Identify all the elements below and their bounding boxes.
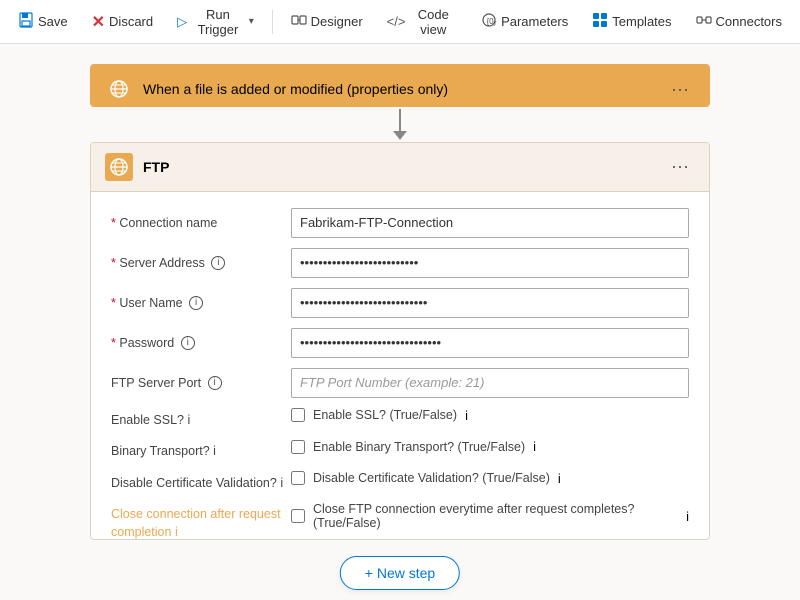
trigger-ellipsis-button[interactable]: ··· [665,77,695,102]
trigger-header: When a file is added or modified (proper… [91,65,709,107]
trigger-title: When a file is added or modified (proper… [143,81,655,97]
templates-label: Templates [612,14,671,29]
user-name-info-icon[interactable]: i [189,296,203,310]
arrow-head [393,131,407,140]
binary-transport-label: Binary Transport? i [111,439,291,461]
ftp-header: FTP ··· [91,143,709,192]
discard-label: Discard [109,14,153,29]
new-step-button[interactable]: + New step [340,556,460,590]
run-chevron-icon: ▾ [249,16,254,27]
ftp-form: * Connection name * Server Address i * U… [91,192,709,540]
ftp-icon [105,153,133,181]
ftp-port-input[interactable] [291,368,689,398]
disable-cert-checkbox[interactable] [291,471,305,485]
close-conn-checkbox-info-icon[interactable]: i [686,509,689,524]
password-input[interactable] [291,328,689,358]
svg-text:{0}: {0} [487,17,497,26]
enable-ssl-checkbox[interactable] [291,408,305,422]
binary-transport-info-icon[interactable]: i [213,444,216,458]
templates-icon [592,12,608,32]
parameters-label: Parameters [501,14,568,29]
connector-arrow [393,109,407,140]
server-address-label: * Server Address i [111,248,291,273]
close-conn-checkbox-label[interactable]: Close FTP connection everytime after req… [313,502,678,530]
discard-icon: ✕ [92,12,105,32]
password-row: * Password i [111,328,689,358]
code-icon: </> [387,14,406,29]
toolbar: Save ✕ Discard ▷ Run Trigger ▾ Designer … [0,0,800,44]
ftp-port-label: FTP Server Port i [111,368,291,393]
disable-cert-label: Disable Certificate Validation? i [111,471,291,493]
parameters-button[interactable]: {0} Parameters [471,7,578,37]
user-name-row: * User Name i [111,288,689,318]
server-address-input[interactable] [291,248,689,278]
separator-1 [272,10,273,34]
code-view-label: Code view [409,7,457,37]
enable-ssl-label: Enable SSL? i [111,408,291,430]
canvas: When a file is added or modified (proper… [0,44,800,600]
user-name-input[interactable] [291,288,689,318]
enable-ssl-checkbox-info-icon[interactable]: i [465,408,468,423]
disable-cert-checkbox-info-icon[interactable]: i [558,471,561,486]
ftp-title: FTP [143,159,655,175]
connectors-button[interactable]: Connectors [686,7,792,37]
connection-name-input[interactable] [291,208,689,238]
binary-transport-checkbox[interactable] [291,440,305,454]
discard-button[interactable]: ✕ Discard [82,7,163,37]
close-conn-row: Close connection after request completio… [111,502,689,540]
server-address-info-icon[interactable]: i [211,256,225,270]
binary-transport-checkbox-label[interactable]: Enable Binary Transport? (True/False) [313,440,525,454]
user-name-label: * User Name i [111,288,291,313]
arrow-line [399,109,401,131]
close-conn-info-icon[interactable]: i [175,525,178,539]
connectors-icon [696,12,712,32]
disable-cert-checkbox-label[interactable]: Disable Certificate Validation? (True/Fa… [313,471,550,485]
password-label: * Password i [111,328,291,353]
ftp-port-info-icon[interactable]: i [208,376,222,390]
save-icon [18,12,34,32]
binary-transport-checkbox-info-icon[interactable]: i [533,439,536,454]
new-step-container: + New step [340,556,460,590]
binary-transport-row: Binary Transport? i Enable Binary Transp… [111,439,689,461]
designer-icon [291,12,307,32]
connection-name-row: * Connection name [111,208,689,238]
connectors-label: Connectors [716,14,782,29]
password-info-icon[interactable]: i [181,336,195,350]
disable-cert-info-icon[interactable]: i [280,476,283,490]
designer-button[interactable]: Designer [281,7,373,37]
save-button[interactable]: Save [8,7,78,37]
trigger-block: When a file is added or modified (proper… [90,64,710,107]
trigger-icon [105,75,133,103]
save-label: Save [38,14,68,29]
ftp-block: FTP ··· * Connection name * Server Addre… [90,142,710,540]
ftp-ellipsis-button[interactable]: ··· [665,154,695,179]
server-address-row: * Server Address i [111,248,689,278]
designer-label: Designer [311,14,363,29]
templates-button[interactable]: Templates [582,7,681,37]
run-icon: ▷ [177,14,187,30]
close-conn-checkbox[interactable] [291,509,305,523]
enable-ssl-info-icon[interactable]: i [187,413,190,427]
code-view-button[interactable]: </> Code view [377,2,467,42]
connection-name-label: * Connection name [111,208,291,233]
enable-ssl-checkbox-label[interactable]: Enable SSL? (True/False) [313,408,457,422]
run-trigger-label: Run Trigger [191,7,245,37]
parameters-icon: {0} [481,12,497,32]
enable-ssl-row: Enable SSL? i Enable SSL? (True/False) i [111,408,689,430]
ftp-port-row: FTP Server Port i [111,368,689,398]
new-step-label: + New step [365,565,435,581]
disable-cert-row: Disable Certificate Validation? i Disabl… [111,471,689,493]
run-trigger-button[interactable]: ▷ Run Trigger ▾ [167,2,264,42]
close-conn-label: Close connection after request completio… [111,502,291,540]
